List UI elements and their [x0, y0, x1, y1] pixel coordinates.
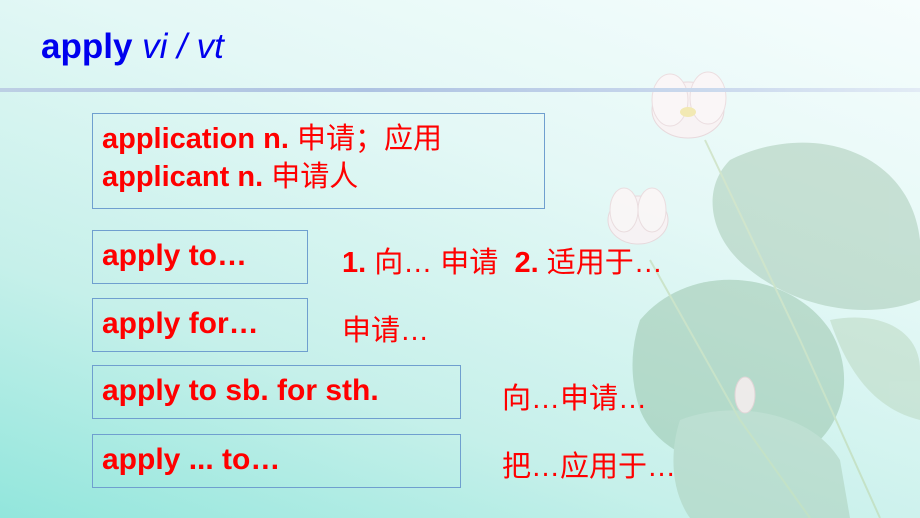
phrase-box: apply to sb. for sth.: [92, 365, 461, 419]
derivative-meaning: 申请；应用: [296, 123, 442, 155]
phrase-box: apply for…: [92, 298, 308, 352]
title-part-of-speech: vi / vt: [142, 27, 224, 66]
meaning-number: 2.: [514, 247, 539, 279]
derivative-row: application n. 申请；应用: [102, 120, 544, 158]
slide-title: apply vi / vt: [41, 27, 224, 67]
phrase-text: apply for…: [102, 307, 259, 340]
phrase-box: apply ... to…: [92, 434, 461, 488]
meaning-number: 1.: [342, 247, 367, 279]
phrase-meaning: 向…申请…: [502, 383, 648, 415]
title-divider: [0, 88, 920, 92]
derivative-row: applicant n. 申请人: [102, 158, 544, 196]
title-word: apply: [41, 27, 133, 66]
phrase-text: apply to sb. for sth.: [102, 374, 379, 407]
phrase-meaning: 1. 向… 申请 2. 适用于…: [342, 239, 663, 281]
meaning-text: 向… 申请: [374, 247, 499, 279]
phrase-text: apply ... to…: [102, 443, 281, 476]
derivatives-box: application n. 申请；应用 applicant n. 申请人: [92, 113, 545, 209]
meaning-text: 适用于…: [546, 247, 663, 279]
derivative-word: applicant n.: [102, 161, 264, 193]
derivative-word: application n.: [102, 123, 289, 155]
phrase-meaning: 把…应用于…: [502, 451, 677, 483]
derivative-meaning: 申请人: [271, 161, 359, 193]
slide: apply vi / vt application n. 申请；应用 appli…: [0, 0, 920, 518]
phrase-box: apply to…: [92, 230, 308, 284]
phrase-meaning: 申请…: [342, 315, 430, 347]
phrase-text: apply to…: [102, 239, 248, 272]
